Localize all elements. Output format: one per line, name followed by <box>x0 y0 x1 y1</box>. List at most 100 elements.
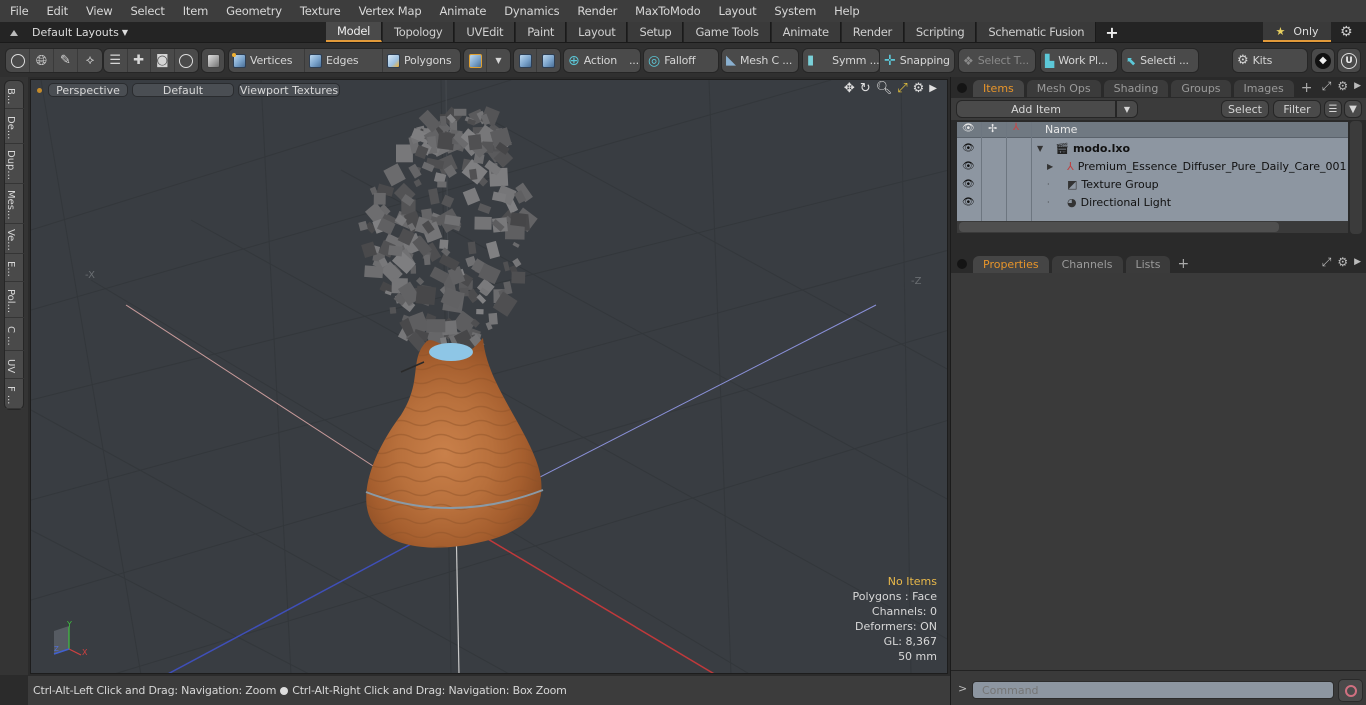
tree-row[interactable]: 👁︎ · ◩ Texture Group <box>957 175 1348 193</box>
modo-logo-group[interactable]: ◆ <box>1311 48 1335 73</box>
viewport-menu-dot[interactable] <box>37 87 42 93</box>
selection-sets-button[interactable]: ⬉ Selecti ... <box>1122 49 1193 72</box>
record-macro-button[interactable] <box>1338 679 1363 702</box>
visibility-eye-icon[interactable]: 👁︎ <box>962 197 975 208</box>
kits-button[interactable]: ⚙ Kits <box>1233 49 1276 72</box>
lasso-button[interactable]: ⟡ <box>78 49 102 72</box>
gear-icon[interactable]: ⚙ <box>1340 24 1353 40</box>
falloff-button[interactable]: ◎ Falloff <box>644 49 699 72</box>
left-tab-6[interactable]: Pol... <box>5 282 25 318</box>
left-tab-7[interactable]: C ... <box>5 318 25 351</box>
tree-row[interactable]: 👁︎ ▶ ⅄ Premium_Essence_Diffuser_Pure_Daily_… <box>957 157 1348 175</box>
kits-group[interactable]: ⚙ Kits <box>1232 48 1308 73</box>
viewport-scene[interactable] <box>31 80 948 674</box>
snapping-group[interactable]: ✛ Snapping <box>880 48 955 73</box>
symmetry-group[interactable]: ▮ Symm ... <box>802 48 880 73</box>
menu-render[interactable]: Render <box>567 0 625 22</box>
tab-paint[interactable]: Paint <box>516 22 567 42</box>
viewport-settings-icon[interactable]: ⚙ <box>913 81 925 96</box>
stack-button[interactable]: ☰ <box>104 49 128 72</box>
menu-item[interactable]: Item <box>173 0 216 22</box>
expand-right-icon[interactable]: ▶ <box>1047 162 1059 171</box>
tab-animate[interactable]: Animate <box>771 22 841 42</box>
add-item-dropdown[interactable]: ▼ <box>1116 100 1138 118</box>
viewport-expand-arrow-icon[interactable]: ▶ <box>929 83 937 94</box>
tab-channels[interactable]: Channels <box>1051 256 1123 273</box>
menu-view[interactable]: View <box>76 0 121 22</box>
left-tab-1[interactable]: De... <box>5 109 25 144</box>
panel-gear-icon[interactable]: ⚙ <box>1337 255 1348 270</box>
maximize-view-icon[interactable]: ⤢ <box>897 81 907 96</box>
expand-down-icon[interactable]: ▼ <box>1037 144 1049 153</box>
left-tab-2[interactable]: Dup... <box>5 144 25 184</box>
menu-layout[interactable]: Layout <box>709 0 765 22</box>
visibility-eye-icon[interactable]: 👁︎ <box>962 143 975 154</box>
menu-file[interactable]: File <box>0 0 36 22</box>
tab-uvedit[interactable]: UVEdit <box>455 22 516 42</box>
zoom-view-icon[interactable]: 🔍︎ <box>876 81 893 96</box>
menu-dynamics[interactable]: Dynamics <box>494 0 567 22</box>
only-button[interactable]: ★ Only <box>1263 22 1331 42</box>
tab-render[interactable]: Render <box>841 22 904 42</box>
action-center-button[interactable] <box>514 49 538 72</box>
view-mode-dropdown[interactable]: Perspective <box>48 83 128 97</box>
mode-dropdown[interactable]: ▼ <box>487 49 510 72</box>
unreal-button[interactable]: U <box>1338 49 1360 72</box>
material-mode-button[interactable] <box>464 49 488 72</box>
work-plane-group[interactable]: ▙ Work Pl... <box>1040 48 1118 73</box>
list-options-button[interactable]: ☰ <box>1324 100 1342 118</box>
left-tab-4[interactable]: Ve... <box>5 224 25 254</box>
sphere-select-button[interactable]: 🌐︎ <box>30 49 54 72</box>
collapse-up-icon[interactable] <box>10 29 18 36</box>
panel-arrow-icon[interactable]: ▶ <box>1354 257 1361 270</box>
pivot-button[interactable] <box>537 49 560 72</box>
tab-items[interactable]: Items <box>973 80 1024 97</box>
command-input[interactable] <box>972 681 1334 699</box>
visibility-eye-icon[interactable]: 👁︎ <box>962 179 975 190</box>
tree-row[interactable]: 👁︎ ▼ 🎬︎ modo.lxo <box>957 139 1348 157</box>
panel-gear-icon[interactable]: ⚙ <box>1337 79 1348 94</box>
menu-select[interactable]: Select <box>120 0 172 22</box>
modo-cube-button[interactable]: ◆ <box>1312 49 1334 72</box>
tab-lists[interactable]: Lists <box>1125 256 1171 273</box>
menu-texture[interactable]: Texture <box>290 0 349 22</box>
tab-shading[interactable]: Shading <box>1103 80 1169 97</box>
menu-system[interactable]: System <box>764 0 824 22</box>
ellipse-select-button[interactable] <box>6 49 30 72</box>
move-view-icon[interactable]: ✥ <box>844 81 855 96</box>
viewport-textures-dropdown[interactable]: Viewport Textures <box>238 83 340 97</box>
menu-animate[interactable]: Animate <box>429 0 494 22</box>
select-through-group[interactable]: ❖ Select T... <box>958 48 1036 73</box>
left-tab-8[interactable]: UV <box>5 351 25 379</box>
menu-edit[interactable]: Edit <box>36 0 75 22</box>
visibility-eye-icon[interactable]: 👁︎ <box>962 161 975 172</box>
visibility-column-eye-icon[interactable]: 👁︎ <box>962 123 975 134</box>
pen-tool-button[interactable]: ✎ <box>54 49 78 72</box>
select-button[interactable]: Select <box>1221 100 1269 118</box>
tab-game-tools[interactable]: Game Tools <box>684 22 771 42</box>
left-tab-9[interactable]: F ... <box>5 379 25 409</box>
tree-vertical-scrollbar[interactable] <box>1350 121 1362 234</box>
panel-arrow-icon[interactable]: ▶ <box>1354 81 1361 94</box>
action-button[interactable]: ⊕ Action... <box>564 49 643 72</box>
3d-viewport[interactable]: Perspective Default Viewport Textures ✥ … <box>30 79 948 674</box>
tab-groups[interactable]: Groups <box>1171 80 1231 97</box>
add-tab-plus-icon[interactable]: + <box>1301 80 1313 96</box>
frame-button[interactable]: ◙ <box>151 49 175 72</box>
snapping-button[interactable]: ✛ Snapping <box>880 49 954 72</box>
tab-mesh-ops[interactable]: Mesh Ops <box>1026 80 1101 97</box>
lock-column-icon[interactable]: ✢ <box>988 122 997 135</box>
rotate-view-icon[interactable]: ↻ <box>860 81 871 96</box>
work-plane-button[interactable]: ▙ Work Pl... <box>1041 49 1112 72</box>
tab-model[interactable]: Model <box>326 22 383 42</box>
unreal-group[interactable]: U <box>1337 48 1361 73</box>
tab-setup[interactable]: Setup <box>628 22 684 42</box>
menu-geometry[interactable]: Geometry <box>216 0 290 22</box>
unwrap-button[interactable]: ✚ <box>128 49 151 72</box>
item-mode-button[interactable] <box>202 49 224 72</box>
panel-menu-dot[interactable] <box>957 83 967 93</box>
name-column-header[interactable]: Name <box>1045 123 1077 136</box>
panel-maximize-icon[interactable]: ⤢ <box>1322 255 1332 270</box>
add-layout-tab-plus-icon[interactable]: + <box>1097 22 1126 42</box>
left-tab-0[interactable]: B... <box>5 81 25 109</box>
